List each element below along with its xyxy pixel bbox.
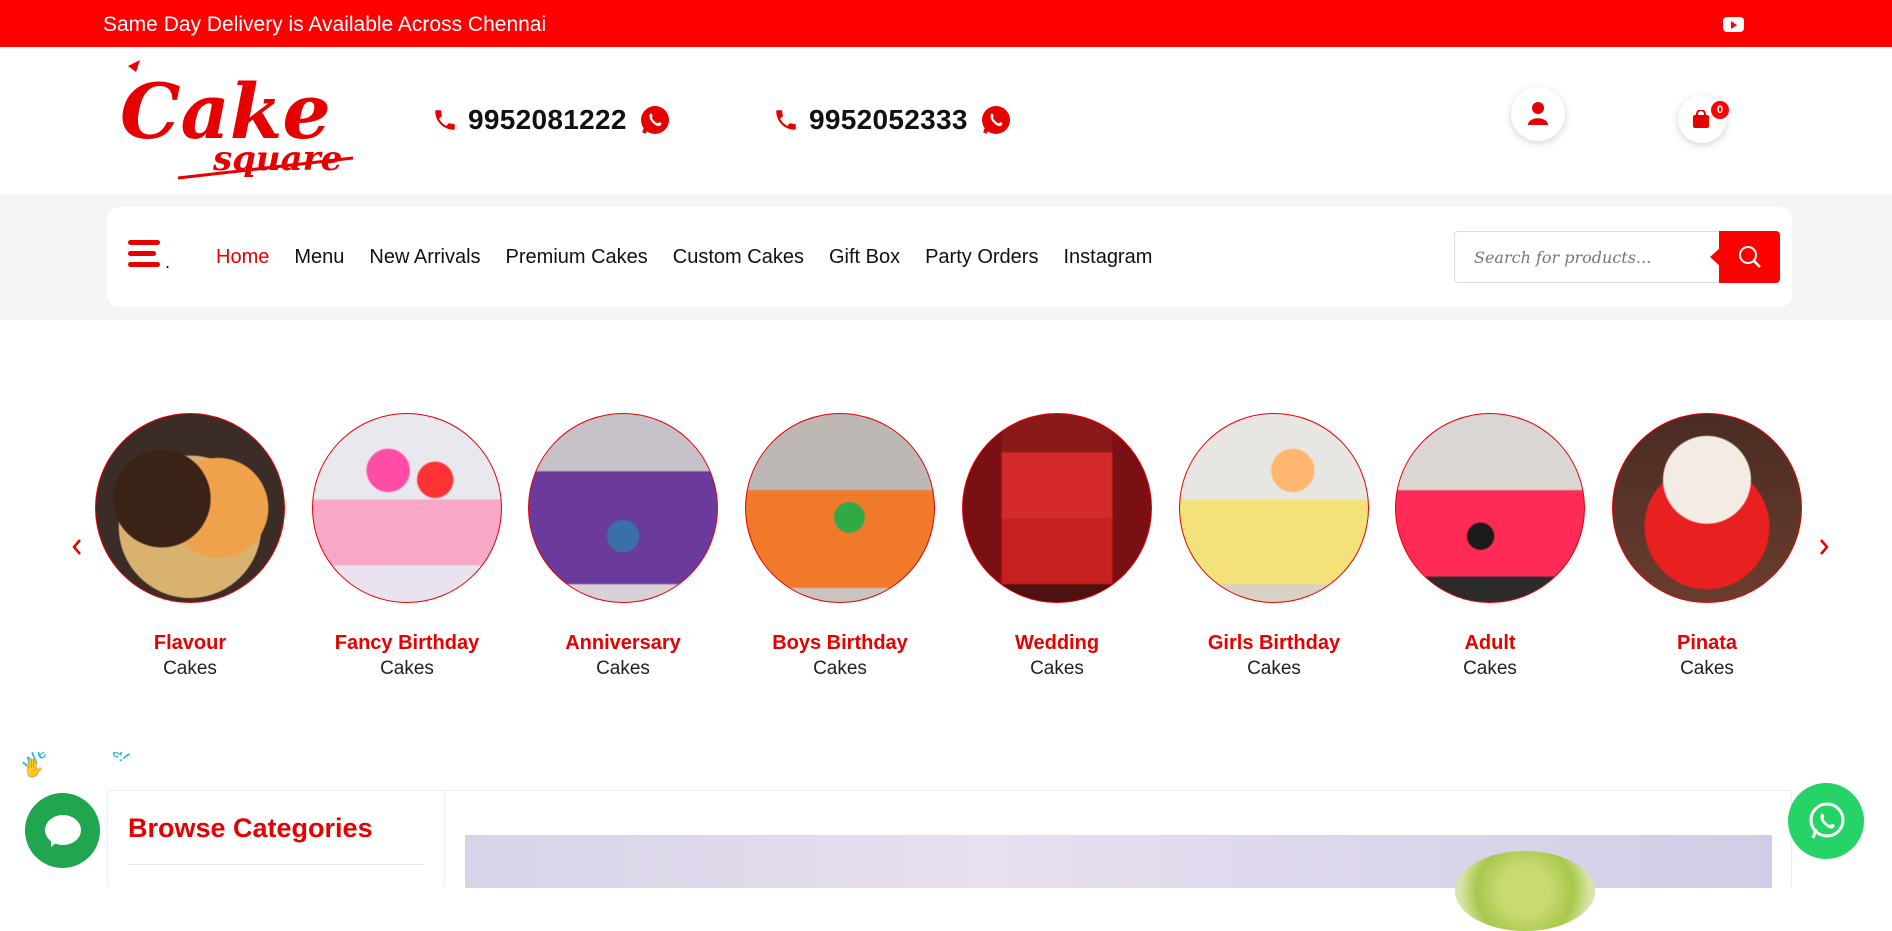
shopping-bag-icon (1693, 110, 1709, 128)
search-placeholder: Search for products... (1474, 248, 1652, 267)
category-item-girls-birthday[interactable]: Girls Birthday Cakes (1178, 413, 1370, 680)
category-image[interactable] (528, 413, 718, 603)
nav-item-menu[interactable]: Menu (294, 246, 344, 269)
category-image[interactable] (1395, 413, 1585, 603)
phone-number-1[interactable]: 9952081222 (468, 104, 627, 136)
announcement-bar: Same Day Delivery is Available Across Ch… (0, 0, 1892, 47)
wave-hand-icon: ✋ (22, 757, 44, 778)
category-image[interactable] (312, 413, 502, 603)
nav-item-party-orders[interactable]: Party Orders (925, 246, 1038, 269)
divider (128, 864, 423, 865)
category-image[interactable] (95, 413, 285, 603)
category-image[interactable] (1179, 413, 1369, 603)
category-name: Pinata (1676, 632, 1738, 654)
category-sub: Cakes (813, 658, 867, 679)
category-image[interactable] (1612, 413, 1802, 603)
banner-cake-decoration (1455, 851, 1595, 931)
category-name: Girls Birthday (1207, 632, 1341, 654)
user-icon (1528, 102, 1548, 125)
cake-square-logo[interactable]: Cake square (118, 58, 358, 188)
category-name: Adult (1464, 632, 1516, 654)
cart-button[interactable]: 0 (1678, 95, 1729, 143)
phone-number-2[interactable]: 9952052333 (809, 104, 968, 136)
category-item-anniversary[interactable]: Anniversary Cakes (527, 413, 719, 680)
category-item-adult[interactable]: Adult Cakes (1394, 413, 1586, 680)
category-sub: Cakes (1680, 658, 1734, 679)
browse-categories-title: Browse Categories (128, 813, 373, 843)
category-name: Wedding (1014, 632, 1100, 654)
category-item-fancy-birthday[interactable]: Fancy Birthday Cakes (311, 413, 503, 680)
category-sub: Cakes (1247, 658, 1301, 679)
category-name: Anniversary (565, 632, 681, 654)
search-input[interactable]: Search for products... (1454, 231, 1719, 283)
phone-contact-2[interactable]: 9952052333 (773, 100, 1012, 140)
category-sub: Cakes (596, 658, 650, 679)
nav-item-premium-cakes[interactable]: Premium Cakes (506, 246, 648, 269)
category-item-flavour[interactable]: Flavour Cakes (94, 413, 286, 680)
category-sub: Cakes (1030, 658, 1084, 679)
category-image[interactable] (962, 413, 1152, 603)
carousel-next-arrow[interactable] (1817, 537, 1831, 557)
whatsapp-icon[interactable] (639, 104, 671, 136)
nav-item-new-arrivals[interactable]: New Arrivals (369, 246, 480, 269)
category-sub: Cakes (380, 658, 434, 679)
phone-contact-1[interactable]: 9952081222 (432, 100, 671, 140)
menu-dot: . (165, 252, 171, 272)
delivery-message: Same Day Delivery is Available Across Ch… (103, 13, 547, 36)
live-chat-button[interactable] (25, 793, 100, 868)
carousel-prev-arrow[interactable] (70, 537, 84, 557)
cart-count-badge: 0 (1711, 101, 1729, 119)
account-button[interactable] (1511, 87, 1565, 141)
category-sub: Cakes (163, 658, 217, 679)
whatsapp-float-button[interactable] (1788, 783, 1864, 859)
phone-icon (435, 110, 455, 130)
chat-bubble-icon (45, 815, 81, 847)
phone-icon (776, 110, 796, 130)
hero-banner (444, 790, 1792, 931)
youtube-icon[interactable] (1723, 17, 1744, 32)
search-button[interactable] (1710, 231, 1780, 283)
nav-item-instagram[interactable]: Instagram (1063, 246, 1152, 269)
category-name: Flavour (153, 632, 227, 654)
category-item-wedding[interactable]: Wedding Cakes (961, 413, 1153, 680)
category-name: Fancy Birthday (334, 632, 480, 654)
hamburger-menu-icon[interactable] (128, 240, 162, 272)
category-item-boys-birthday[interactable]: Boys Birthday Cakes (744, 413, 936, 680)
category-item-pinata[interactable]: Pinata Cakes (1611, 413, 1803, 680)
nav-menu: Home Menu New Arrivals Premium Cakes Cus… (216, 246, 1177, 269)
nav-item-custom-cakes[interactable]: Custom Cakes (673, 246, 804, 269)
category-image[interactable] (745, 413, 935, 603)
nav-item-gift-box[interactable]: Gift Box (829, 246, 900, 269)
search-icon (1739, 246, 1761, 268)
category-sub: Cakes (1463, 658, 1517, 679)
whatsapp-icon[interactable] (980, 104, 1012, 136)
nav-item-home[interactable]: Home (216, 246, 269, 269)
category-name: Boys Birthday (772, 632, 908, 654)
browse-categories-panel: Browse Categories (107, 790, 445, 887)
whatsapp-icon (1809, 802, 1845, 839)
